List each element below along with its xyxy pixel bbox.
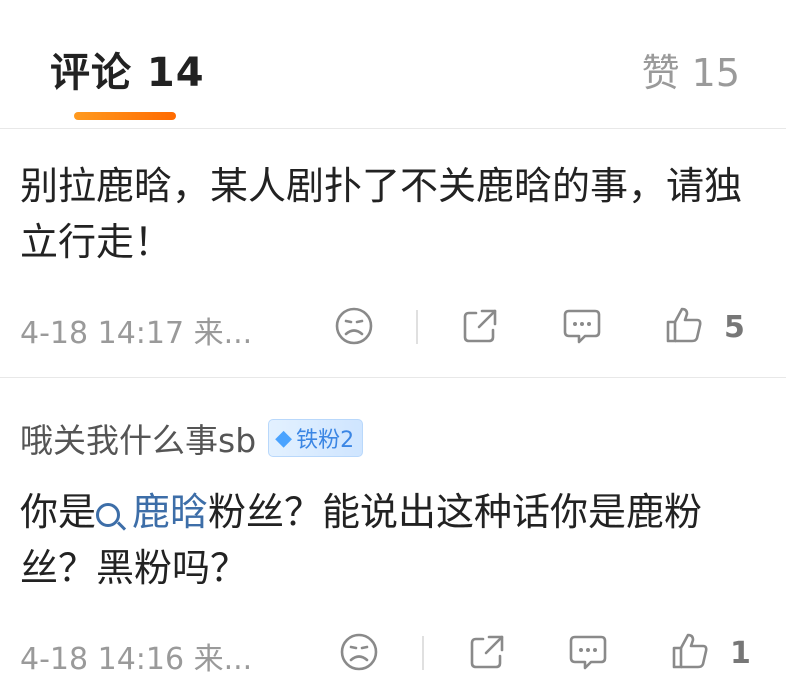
comment-actions-row: 4-18 14:16 来... 1 [0,624,786,684]
action-separator [422,636,424,670]
comment-bubble-icon[interactable] [561,306,603,346]
action-separator [416,310,418,344]
topic-link[interactable]: 鹿晗 [96,490,208,534]
topic-label: 鹿晗 [132,490,209,534]
comment-timestamp: 4-18 14:17 来... [20,316,253,351]
comment-text-part: 你是 [20,490,97,534]
search-icon [96,503,121,527]
fan-badge: ◆ 铁粉2 [268,419,364,457]
tab-likes[interactable]: 赞 15 [642,42,740,97]
like-count: 5 [724,310,745,345]
comment-author-row: 哦关我什么事sb ◆ 铁粉2 [20,414,364,462]
comment-text[interactable]: 你是 鹿晗粉丝？能说出这种话你是鹿粉丝？黑粉吗？ [20,484,760,596]
share-icon[interactable] [460,306,500,346]
diamond-icon: ◆ [275,425,293,451]
active-tab-indicator [74,112,176,120]
thumbs-up-icon[interactable] [669,630,711,672]
thumbs-up-icon[interactable] [663,304,705,346]
sad-face-icon[interactable] [334,306,374,346]
comment-timestamp: 4-18 14:16 来... [20,642,253,677]
author-name[interactable]: 哦关我什么事sb [20,414,256,462]
like-count: 1 [730,636,751,671]
share-icon[interactable] [467,632,507,672]
comment-like-tabs: 评论 14 赞 15 [0,0,786,128]
divider [0,377,786,378]
tab-comments[interactable]: 评论 14 [50,40,205,98]
sad-face-icon[interactable] [339,632,379,672]
comment-actions-row: 4-18 14:17 来... 5 [0,298,786,358]
comment-bubble-icon[interactable] [567,632,609,672]
comment-text[interactable]: 别拉鹿晗，某人剧扑了不关鹿晗的事，请独立行走！ [20,158,760,270]
badge-label: 铁粉2 [296,428,355,453]
divider [0,128,786,129]
